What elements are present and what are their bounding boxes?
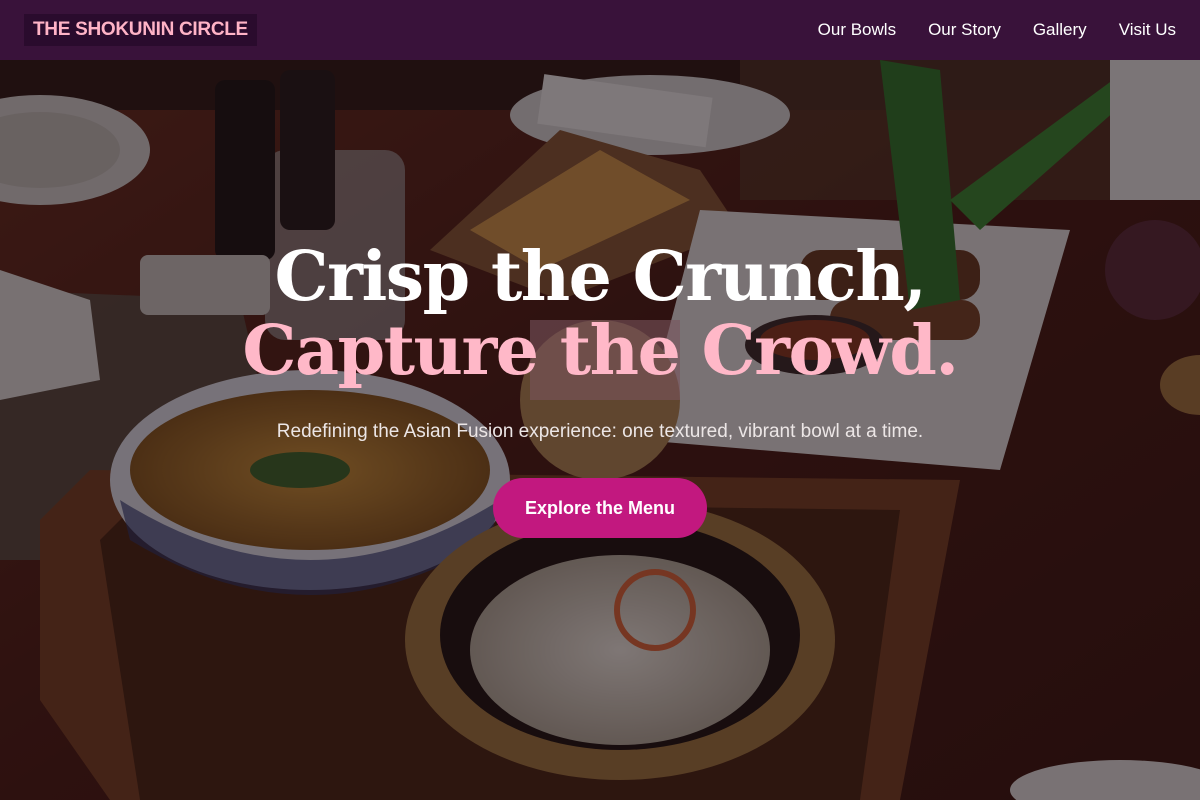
hero-headline-line-2: Capture the Crowd. — [242, 311, 959, 391]
hero-content: Crisp the Crunch, Capture the Crowd. Red… — [0, 240, 1200, 538]
nav-link-our-story[interactable]: Our Story — [928, 20, 1001, 40]
explore-menu-button[interactable]: Explore the Menu — [492, 478, 708, 538]
hero-headline-line-1: Crisp the Crunch, — [274, 237, 927, 317]
hero-subtitle: Redefining the Asian Fusion experience: … — [276, 421, 924, 442]
nav-link-gallery[interactable]: Gallery — [1033, 20, 1087, 40]
hero-section: THE SHOKUNIN CIRCLE Our Bowls Our Story … — [0, 0, 1200, 800]
nav-link-our-bowls[interactable]: Our Bowls — [818, 20, 896, 40]
top-navbar: THE SHOKUNIN CIRCLE Our Bowls Our Story … — [0, 0, 1200, 60]
brand-logo[interactable]: THE SHOKUNIN CIRCLE — [24, 14, 257, 46]
nav-link-visit-us[interactable]: Visit Us — [1119, 20, 1176, 40]
nav-links: Our Bowls Our Story Gallery Visit Us — [818, 20, 1176, 40]
